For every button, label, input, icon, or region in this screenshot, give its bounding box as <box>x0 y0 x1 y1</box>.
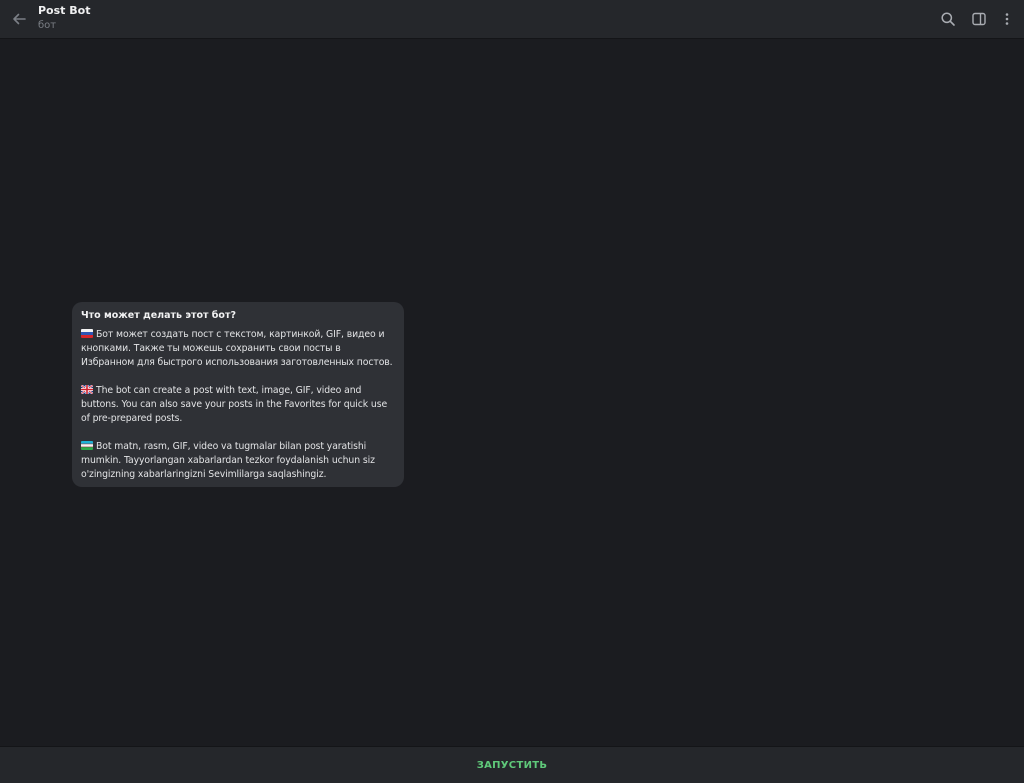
chat-subtitle: бот <box>38 20 57 31</box>
chat-messages-area: Что может делать этот бот? Бот может соз… <box>0 39 1024 746</box>
chat-title-block[interactable]: Post Bot бот <box>38 3 90 33</box>
chat-header: Post Bot бот <box>0 0 1024 39</box>
search-button[interactable] <box>937 8 959 30</box>
description-russian-text: Бот может создать пост с текстом, картин… <box>81 329 393 368</box>
bot-info-title: Что может делать этот бот? <box>81 310 236 321</box>
uzbekistan-flag-icon <box>81 441 93 450</box>
sidebar-toggle-icon <box>972 12 986 26</box>
start-bot-button[interactable]: ЗАПУСТИТЬ <box>457 754 568 777</box>
sidebar-toggle-button[interactable] <box>968 8 990 30</box>
back-arrow-icon <box>13 13 26 25</box>
description-english-text: The bot can create a post with text, ima… <box>81 385 388 424</box>
search-icon <box>941 12 955 26</box>
description-uzbek: Bot matn, rasm, GIF, video va tugmalar b… <box>81 440 394 482</box>
description-russian: Бот может создать пост с текстом, картин… <box>81 328 394 370</box>
back-button[interactable] <box>8 8 30 30</box>
description-english: The bot can create a post with text, ima… <box>81 384 394 426</box>
russia-flag-icon <box>81 329 93 338</box>
more-menu-button[interactable] <box>996 8 1018 30</box>
bottom-action-bar: ЗАПУСТИТЬ <box>0 746 1024 783</box>
chat-title: Post Bot <box>38 4 91 17</box>
bot-description-card: Что может делать этот бот? Бот может соз… <box>72 302 404 487</box>
description-uzbek-text: Bot matn, rasm, GIF, video va tugmalar b… <box>81 441 375 480</box>
uk-flag-icon <box>81 385 93 394</box>
telegram-chat-window: Post Bot бот Что может делать этот бот? … <box>0 0 1024 783</box>
more-vertical-icon <box>1005 13 1009 25</box>
